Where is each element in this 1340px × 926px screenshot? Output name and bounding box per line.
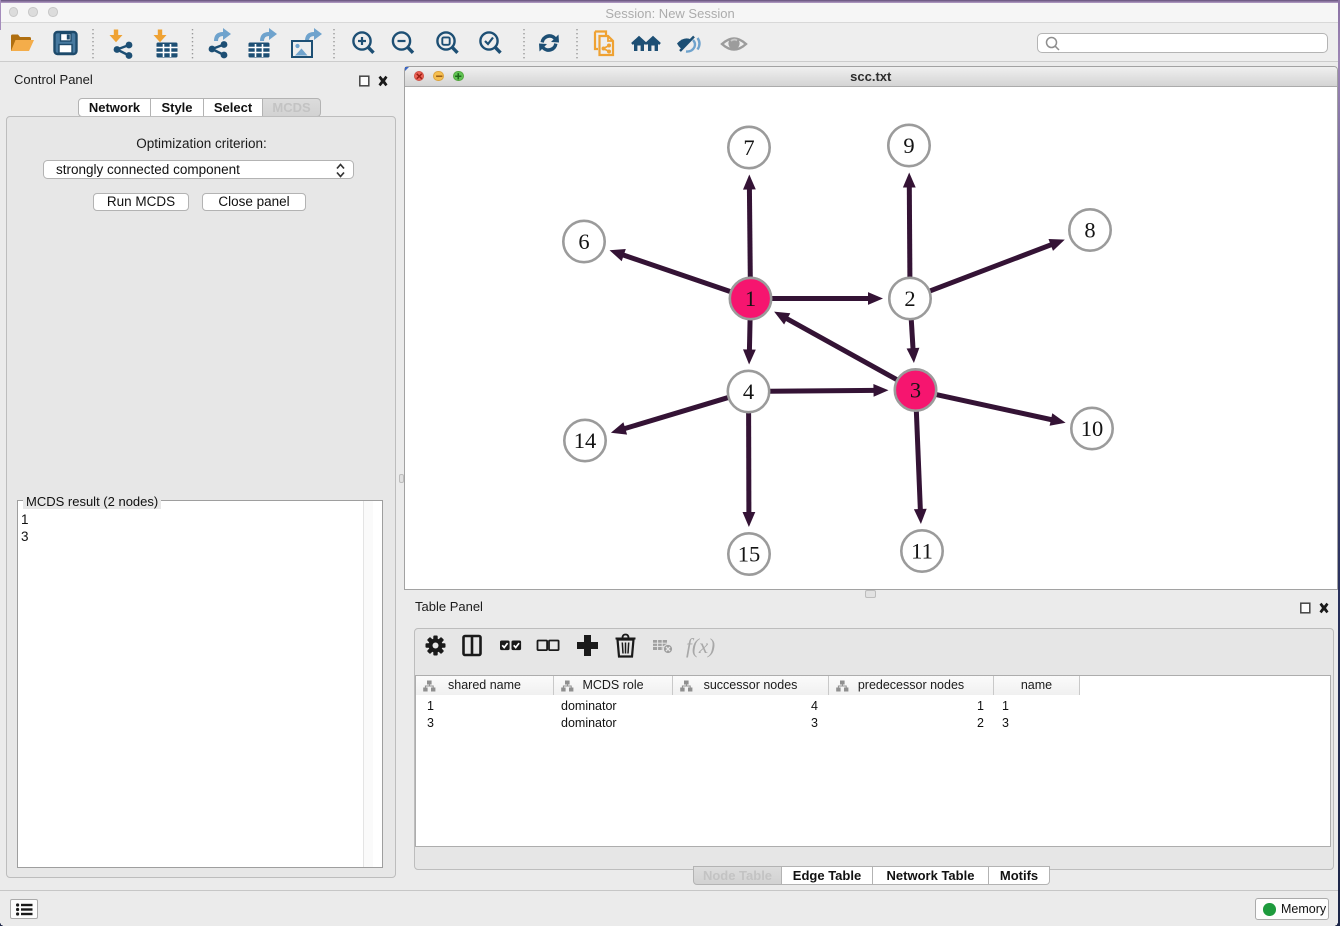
svg-text:6: 6 xyxy=(578,229,589,254)
svg-text:1: 1 xyxy=(745,286,756,311)
svg-text:10: 10 xyxy=(1081,416,1104,441)
svg-text:8: 8 xyxy=(1084,217,1095,242)
svg-text:3: 3 xyxy=(910,377,921,402)
svg-text:14: 14 xyxy=(574,428,597,453)
svg-text:11: 11 xyxy=(911,538,933,563)
svg-text:15: 15 xyxy=(738,541,761,566)
svg-text:7: 7 xyxy=(743,135,754,160)
svg-text:4: 4 xyxy=(743,379,754,404)
svg-text:9: 9 xyxy=(903,133,914,158)
svg-text:2: 2 xyxy=(904,286,915,311)
